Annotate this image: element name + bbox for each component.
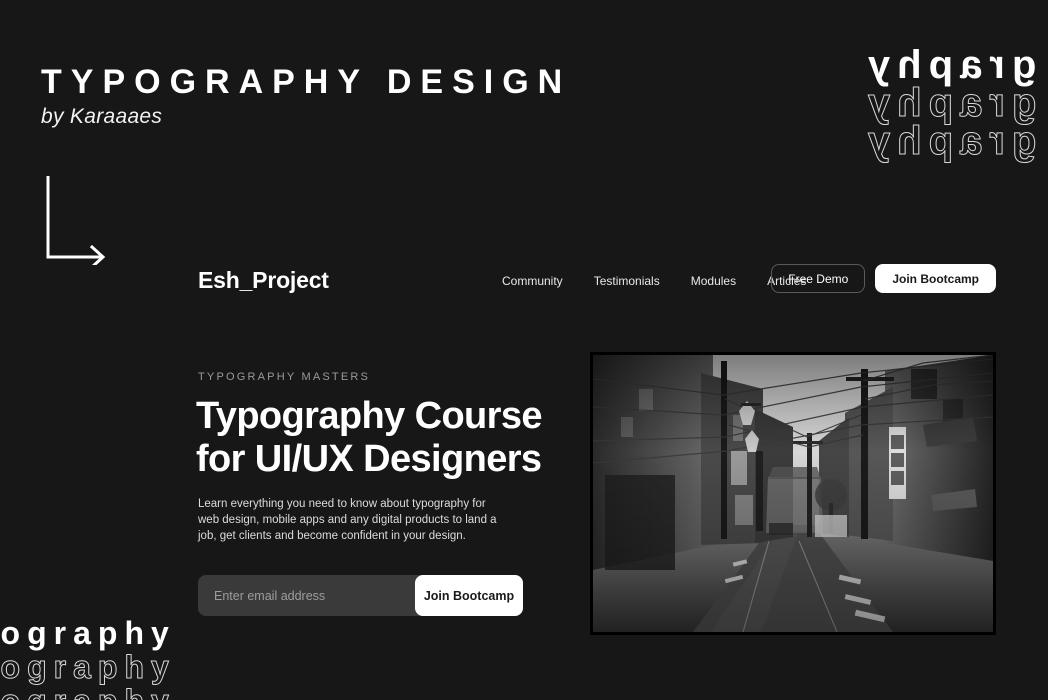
hero-title-line-2: for UI/UX Designers	[196, 438, 542, 480]
nav-link-modules[interactable]: Modules	[691, 274, 736, 288]
hero-body-text: Learn everything you need to know about …	[198, 498, 497, 542]
nav-link-testimonials[interactable]: Testimonials	[594, 274, 660, 288]
hero-title: Typography Course for UI/UX Designers	[196, 395, 576, 481]
decoration-row-outline-2: pography	[0, 684, 176, 700]
poster-canvas: TYPOGRAPHY DESIGN by Karaaaes graphy gra…	[0, 0, 1048, 700]
nav-link-community[interactable]: Community	[502, 274, 563, 288]
nav-actions: Free Demo Join Bootcamp	[771, 264, 996, 293]
signup-form: Join Bootcamp	[198, 575, 523, 616]
website-mockup: Esh_Project Community Testimonials Modul…	[0, 0, 1048, 700]
join-bootcamp-nav-button[interactable]: Join Bootcamp	[875, 264, 996, 293]
nav-links: Community Testimonials Modules Articles	[502, 274, 806, 288]
decoration-row-outline-1: pography	[0, 649, 176, 685]
join-bootcamp-submit-button[interactable]: Join Bootcamp	[415, 575, 523, 616]
decoration-row-solid: pography	[0, 615, 176, 651]
brand-logo[interactable]: Esh_Project	[198, 267, 329, 294]
free-demo-button[interactable]: Free Demo	[771, 264, 866, 293]
hero-eyebrow: TYPOGRAPHY MASTERS	[198, 371, 371, 383]
navbar: Esh_Project Community Testimonials Modul…	[198, 264, 996, 300]
hero-title-line-1: Typography Course	[196, 395, 543, 437]
hero-photo	[590, 352, 996, 635]
hero-photo-image	[593, 355, 993, 632]
decoration-bottom-left: pography pography pography	[0, 616, 176, 700]
